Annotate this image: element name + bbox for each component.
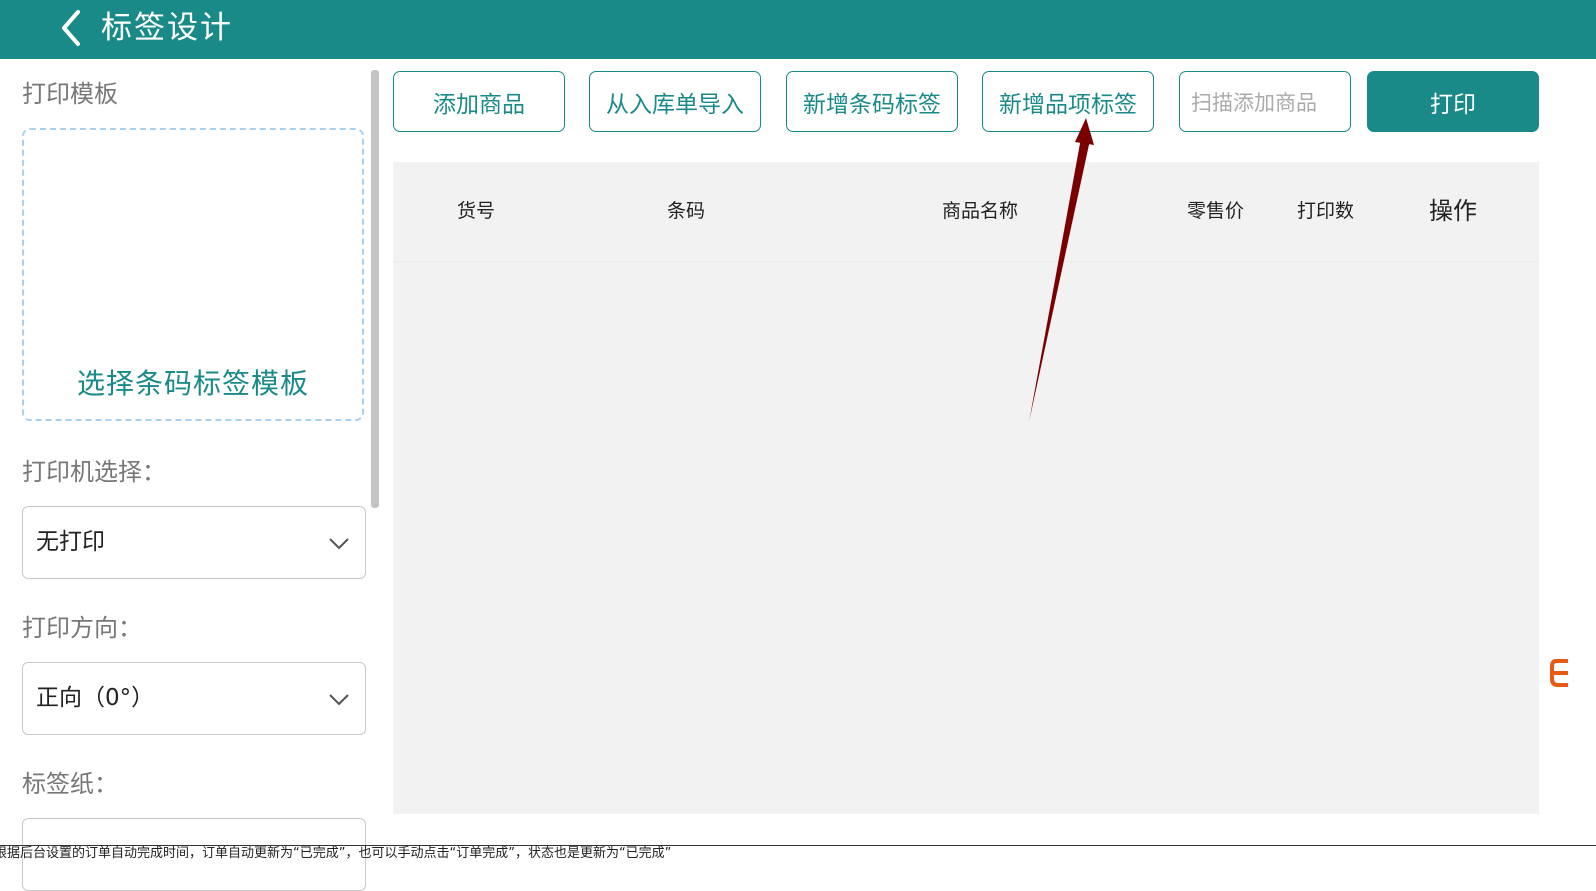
chevron-down-icon <box>329 694 349 706</box>
column-header-product-name: 商品名称 <box>942 200 1019 222</box>
label-paper-label: 标签纸： <box>22 770 118 798</box>
footer-note: 根据后台设置的订单自动完成时间，订单自动更新为“已完成”，也可以手动点击“订单完… <box>0 846 672 861</box>
direction-label: 打印方向： <box>22 614 142 642</box>
app-header: 标签设计 <box>0 0 1596 59</box>
chevron-down-icon <box>329 538 349 550</box>
printer-select-value: 无打印 <box>36 529 105 555</box>
printer-label: 打印机选择： <box>22 458 166 486</box>
scan-add-product-input[interactable]: 扫描添加商品 <box>1179 71 1351 132</box>
column-header-barcode: 条码 <box>667 200 706 222</box>
chevron-left-icon[interactable] <box>56 8 88 48</box>
annotation-arrow <box>1029 118 1094 422</box>
print-template-label: 打印模板 <box>22 80 118 108</box>
printer-select[interactable]: 无打印 <box>22 506 366 579</box>
import-from-receipt-button[interactable]: 从入库单导入 <box>589 71 761 132</box>
table-header: 货号 条码 商品名称 零售价 打印数 操作 <box>393 162 1539 262</box>
column-header-print-count: 打印数 <box>1297 200 1355 222</box>
column-header-actions: 操作 <box>1429 197 1477 225</box>
column-header-sku: 货号 <box>457 200 496 222</box>
add-barcode-label-button[interactable]: 新增条码标签 <box>786 71 958 132</box>
column-header-retail-price: 零售价 <box>1187 200 1245 222</box>
template-placeholder[interactable]: 选择条码标签模板 <box>24 362 362 402</box>
direction-select-value: 正向（0°） <box>36 685 155 711</box>
page-title: 标签设计 <box>101 10 233 46</box>
direction-select[interactable]: 正向（0°） <box>22 662 366 735</box>
print-button[interactable]: 打印 <box>1367 71 1539 132</box>
add-product-button[interactable]: 添加商品 <box>393 71 565 132</box>
sidebar-scrollbar[interactable] <box>371 70 379 508</box>
floating-tool-icon[interactable] <box>1548 655 1570 691</box>
product-table: 货号 条码 商品名称 零售价 打印数 操作 <box>393 162 1539 814</box>
template-picker[interactable]: 选择条码标签模板 <box>22 128 364 421</box>
